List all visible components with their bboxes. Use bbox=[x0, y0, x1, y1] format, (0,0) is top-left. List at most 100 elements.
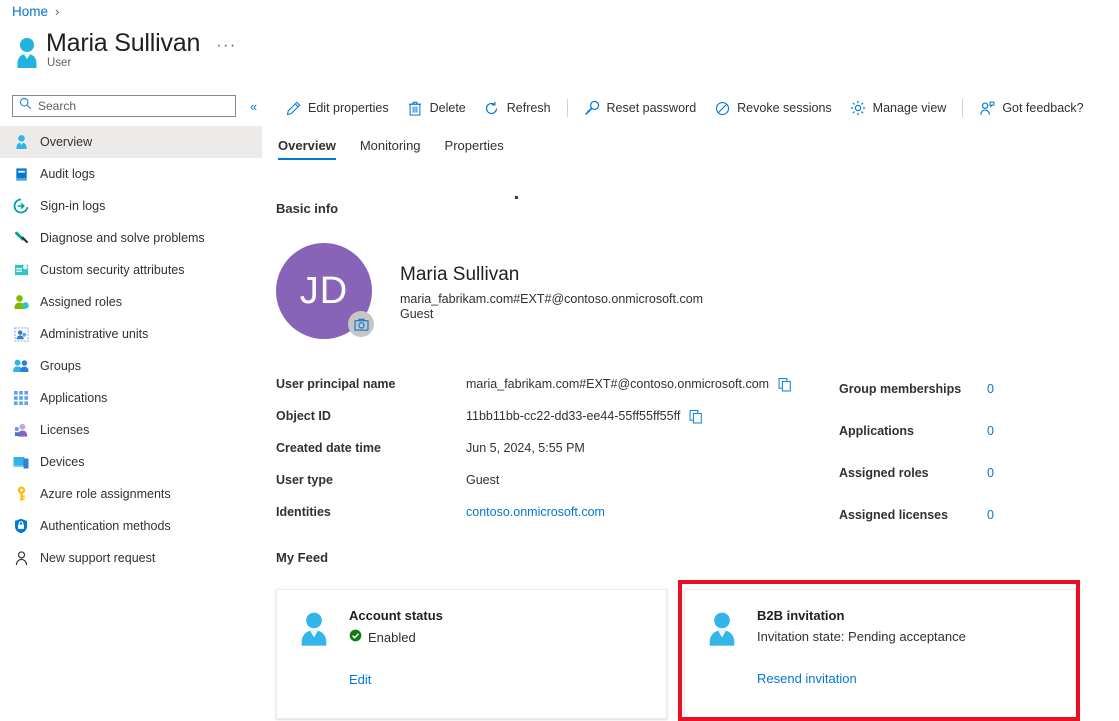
key-icon bbox=[584, 100, 600, 116]
pencil-icon bbox=[285, 100, 301, 116]
sidebar-item-label: Azure role assignments bbox=[40, 487, 171, 501]
sidebar-item-azure-role-assignments[interactable]: Azure role assignments bbox=[0, 478, 262, 510]
check-circle-icon bbox=[349, 629, 362, 645]
sidebar-item-sign-in-logs[interactable]: Sign-in logs bbox=[0, 190, 262, 222]
sidebar-item-licenses[interactable]: Licenses bbox=[0, 414, 262, 446]
stats-list: Group memberships 0 Applications 0 Assig… bbox=[839, 368, 994, 536]
sign-in-icon bbox=[12, 197, 30, 215]
sidebar-item-assigned-roles[interactable]: Assigned roles bbox=[0, 286, 262, 318]
b2b-invitation-card[interactable]: B2B invitation Invitation state: Pending… bbox=[684, 589, 1076, 719]
sidebar-item-custom-security-attributes[interactable]: Custom security attributes bbox=[0, 254, 262, 286]
sidebar-item-label: Assigned roles bbox=[40, 295, 122, 309]
tab-monitoring[interactable]: Monitoring bbox=[348, 138, 433, 160]
sidebar-item-applications[interactable]: Applications bbox=[0, 382, 262, 414]
card-title: B2B invitation bbox=[757, 608, 966, 623]
sidebar-item-label: Licenses bbox=[40, 423, 89, 437]
stat-row: Applications 0 bbox=[839, 410, 994, 452]
sidebar-item-label: Authentication methods bbox=[40, 519, 171, 533]
licenses-icon bbox=[12, 421, 30, 439]
edit-link[interactable]: Edit bbox=[349, 672, 443, 687]
sidebar-item-label: Sign-in logs bbox=[40, 199, 105, 213]
user-icon bbox=[703, 610, 743, 686]
property-value: maria_fabrikam.com#EXT#@contoso.onmicros… bbox=[466, 377, 792, 392]
tab-overview[interactable]: Overview bbox=[276, 138, 348, 160]
page-header: Maria Sullivan ··· User bbox=[12, 28, 237, 70]
account-status-card[interactable]: Account status Enabled Edit bbox=[276, 589, 667, 719]
support-person-icon bbox=[12, 549, 30, 567]
revoke-sessions-button[interactable]: Revoke sessions bbox=[705, 93, 841, 123]
camera-icon[interactable] bbox=[348, 311, 374, 337]
tab-properties[interactable]: Properties bbox=[433, 138, 516, 160]
property-value-link[interactable]: contoso.onmicrosoft.com bbox=[466, 505, 605, 519]
resend-invitation-link[interactable]: Resend invitation bbox=[757, 671, 966, 686]
sidebar-item-overview[interactable]: Overview bbox=[0, 126, 262, 158]
got-feedback-button[interactable]: Got feedback? bbox=[970, 93, 1092, 123]
toolbar-divider bbox=[962, 99, 963, 117]
sidebar-item-new-support-request[interactable]: New support request bbox=[0, 542, 262, 574]
breadcrumb-home-link[interactable]: Home bbox=[12, 4, 48, 19]
sidebar-item-label: Audit logs bbox=[40, 167, 95, 181]
groups-icon bbox=[12, 357, 30, 375]
administrative-units-icon bbox=[12, 325, 30, 343]
manage-view-button[interactable]: Manage view bbox=[841, 93, 956, 123]
status-badge: Enabled bbox=[349, 629, 443, 645]
sidebar-item-label: New support request bbox=[40, 551, 155, 565]
stat-value[interactable]: 0 bbox=[987, 508, 994, 522]
sidebar-item-label: Applications bbox=[40, 391, 107, 405]
sidebar-search: « bbox=[12, 95, 257, 117]
sidebar-item-label: Devices bbox=[40, 455, 84, 469]
sidebar-item-authentication-methods[interactable]: Authentication methods bbox=[0, 510, 262, 542]
stat-value[interactable]: 0 bbox=[987, 424, 994, 438]
sidebar-item-devices[interactable]: Devices bbox=[0, 446, 262, 478]
user-icon bbox=[12, 133, 30, 151]
avatar: JD bbox=[276, 243, 372, 339]
attributes-icon bbox=[12, 261, 30, 279]
edit-properties-button[interactable]: Edit properties bbox=[276, 93, 398, 123]
reset-password-button[interactable]: Reset password bbox=[575, 93, 706, 123]
block-icon bbox=[714, 100, 730, 116]
key-icon bbox=[12, 485, 30, 503]
property-row: Identities contoso.onmicrosoft.com bbox=[276, 496, 792, 528]
sidebar-item-audit-logs[interactable]: Audit logs bbox=[0, 158, 262, 190]
copy-icon[interactable] bbox=[689, 409, 703, 424]
sidebar-item-administrative-units[interactable]: Administrative units bbox=[0, 318, 262, 350]
identity-upn: maria_fabrikam.com#EXT#@contoso.onmicros… bbox=[400, 292, 703, 306]
property-row: Created date time Jun 5, 2024, 5:55 PM bbox=[276, 432, 792, 464]
copy-icon[interactable] bbox=[778, 377, 792, 392]
sidebar-item-groups[interactable]: Groups bbox=[0, 350, 262, 382]
stat-value[interactable]: 0 bbox=[987, 466, 994, 480]
more-options-button[interactable]: ··· bbox=[216, 32, 236, 54]
breadcrumb: Home › bbox=[12, 4, 59, 19]
devices-icon bbox=[12, 453, 30, 471]
book-icon bbox=[12, 165, 30, 183]
toolbar-button-label: Delete bbox=[430, 101, 466, 115]
refresh-icon bbox=[484, 100, 500, 116]
delete-button[interactable]: Delete bbox=[398, 93, 475, 123]
applications-grid-icon bbox=[12, 389, 30, 407]
page-title: Maria Sullivan bbox=[46, 28, 200, 58]
property-label: User principal name bbox=[276, 377, 466, 391]
refresh-button[interactable]: Refresh bbox=[475, 93, 560, 123]
toolbar-divider bbox=[567, 99, 568, 117]
search-box[interactable] bbox=[12, 95, 236, 117]
property-value: Guest bbox=[466, 473, 499, 487]
search-input[interactable] bbox=[38, 99, 229, 113]
avatar-initials: JD bbox=[300, 270, 348, 313]
property-row: User principal name maria_fabrikam.com#E… bbox=[276, 368, 792, 400]
sidebar-item-label: Administrative units bbox=[40, 327, 148, 341]
sidebar-item-diagnose-and-solve-problems[interactable]: Diagnose and solve problems bbox=[0, 222, 262, 254]
collapse-sidebar-icon[interactable]: « bbox=[250, 99, 257, 114]
toolbar-button-label: Refresh bbox=[507, 101, 551, 115]
search-icon bbox=[19, 97, 32, 115]
property-row: User type Guest bbox=[276, 464, 792, 496]
property-value-text: maria_fabrikam.com#EXT#@contoso.onmicros… bbox=[466, 377, 769, 391]
stat-value[interactable]: 0 bbox=[987, 382, 994, 396]
sidebar-item-label: Custom security attributes bbox=[40, 263, 185, 277]
user-icon bbox=[295, 610, 335, 687]
azure-user-overview-page: Home › Maria Sullivan ··· User bbox=[0, 0, 1119, 721]
card-title: Account status bbox=[349, 608, 443, 623]
assigned-roles-icon bbox=[12, 293, 30, 311]
toolbar-button-label: Edit properties bbox=[308, 101, 389, 115]
sidebar-item-label: Groups bbox=[40, 359, 81, 373]
tab-label: Overview bbox=[278, 138, 336, 153]
